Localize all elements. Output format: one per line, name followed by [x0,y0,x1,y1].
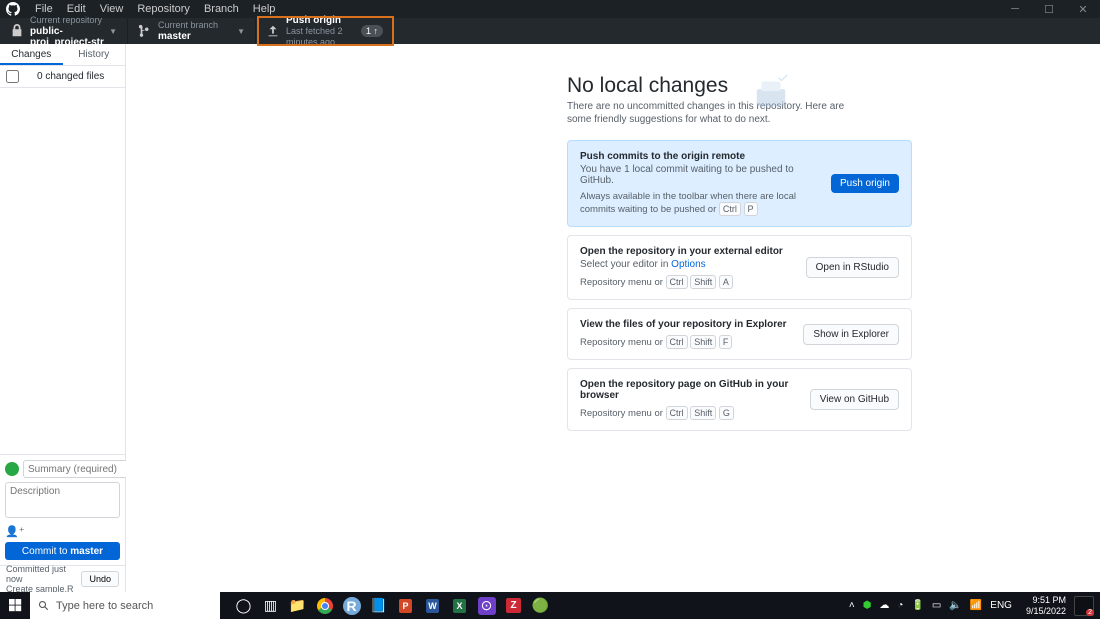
zotero-icon[interactable]: Z [500,592,527,619]
word-icon[interactable]: W [419,592,446,619]
action-center-icon[interactable] [1074,596,1094,616]
window-minimize[interactable]: ─ [998,3,1032,16]
toolbar: Current repositorypublic-proj_project-st… [0,18,1100,44]
taskbar-clock[interactable]: 9:51 PM9/15/2022 [1026,595,1066,617]
menu-repository[interactable]: Repository [130,3,197,15]
language-indicator[interactable]: ENG [990,600,1012,611]
suggestion-card: Open the repository in your external edi… [567,235,912,300]
onedrive-icon[interactable]: ☁ [879,600,889,611]
powerpoint-icon[interactable]: P [392,592,419,619]
menu-help[interactable]: Help [246,3,283,15]
network-icon[interactable]: ▭ [932,600,941,611]
menu-branch[interactable]: Branch [197,3,246,15]
menu-file[interactable]: File [28,3,60,15]
content-area: No local changes There are no uncommitte… [126,44,1100,592]
rstudio-icon[interactable]: R [338,592,365,619]
suggestion-card: Push commits to the origin remote You hav… [567,140,912,227]
commit-button[interactable]: Commit to master [5,542,120,560]
card-action-button[interactable]: View on GitHub [810,389,899,410]
taskbar-app[interactable]: 📘 [365,592,392,619]
card-action-button[interactable]: Push origin [831,174,899,193]
status-line1: Committed just now [6,564,81,584]
undo-button[interactable]: Undo [81,571,119,587]
current-repository-selector[interactable]: Current repositorypublic-proj_project-st… [0,18,128,44]
menubar: File Edit View Repository Branch Help ─ … [0,0,1100,18]
file-explorer-icon[interactable]: 📁 [284,592,311,619]
git-branch-icon [138,24,152,38]
card-action-button[interactable]: Open in RStudio [806,257,899,278]
menu-edit[interactable]: Edit [60,3,93,15]
card-shortcut: Repository menu or Ctrl Shift F [580,335,793,349]
card-heading: Push commits to the origin remote [580,151,821,162]
suggestion-card: View the files of your repository in Exp… [567,308,912,360]
tray-chevron-icon[interactable]: ˄ [849,600,855,611]
card-shortcut: Repository menu or Ctrl Shift G [580,406,800,420]
card-action-button[interactable]: Show in Explorer [803,324,899,345]
card-heading: Open the repository in your external edi… [580,246,796,257]
excel-icon[interactable]: X [446,592,473,619]
menu-view[interactable]: View [93,3,131,15]
chevron-down-icon: ▼ [237,27,245,36]
changed-files-count: 0 changed files [37,71,104,82]
chevron-down-icon: ▼ [109,27,117,36]
push-origin-button[interactable]: Push originLast fetched 2 minutes ago 1 … [256,18,394,44]
search-placeholder: Type here to search [56,600,153,612]
taskview-icon[interactable]: ◯ [230,592,257,619]
search-icon [38,600,50,612]
changed-files-header: 0 changed files [0,66,125,88]
windows-taskbar: Type here to search ◯ ▥ 📁 R 📘 P W X ⊙ Z … [0,592,1100,619]
window-close[interactable]: ✕ [1066,3,1100,16]
taskbar-app[interactable]: ▥ [257,592,284,619]
card-text: You have 1 local commit waiting to be pu… [580,164,821,186]
avatar [5,462,19,476]
page-title: No local changes [567,74,912,98]
battery-icon[interactable]: 🔋 [911,600,923,611]
current-branch-selector[interactable]: Current branchmaster ▼ [128,18,256,44]
start-button[interactable] [0,592,30,619]
select-all-checkbox[interactable] [6,70,19,83]
wifi-icon[interactable]: 📶 [970,600,982,611]
card-text: Select your editor in Options [580,259,796,270]
push-count-badge: 1 ↑ [361,25,383,37]
commit-description-input[interactable] [5,482,120,518]
tray-icon[interactable]: ◔ [897,600,903,611]
taskbar-search[interactable]: Type here to search [30,592,220,619]
taskbar-app[interactable]: 🟢 [527,592,554,619]
card-shortcut: Repository menu or Ctrl Shift A [580,275,796,289]
lock-icon [10,24,24,38]
tray-icon[interactable]: ⬢ [863,600,872,611]
suggestion-card: Open the repository page on GitHub in yo… [567,368,912,431]
card-heading: Open the repository page on GitHub in yo… [580,379,800,401]
github-desktop-icon[interactable]: ⊙ [473,592,500,619]
sidebar: Changes History 0 changed files 👤⁺ Commi… [0,44,126,592]
page-subtitle: There are no uncommitted changes in this… [567,100,857,126]
card-shortcut: Always available in the toolbar when the… [580,191,821,216]
empty-state-illustration [752,72,790,110]
commit-status: Committed just now Create sample.R Undo [0,565,125,592]
card-heading: View the files of your repository in Exp… [580,319,793,330]
volume-icon[interactable]: 🔈 [949,600,961,611]
window-maximize[interactable]: ☐ [1032,3,1066,16]
upload-icon [266,24,280,38]
add-coauthor-icon[interactable]: 👤⁺ [5,525,120,538]
options-link[interactable]: Options [671,259,705,270]
github-icon [6,2,20,16]
chrome-icon[interactable] [311,592,338,619]
